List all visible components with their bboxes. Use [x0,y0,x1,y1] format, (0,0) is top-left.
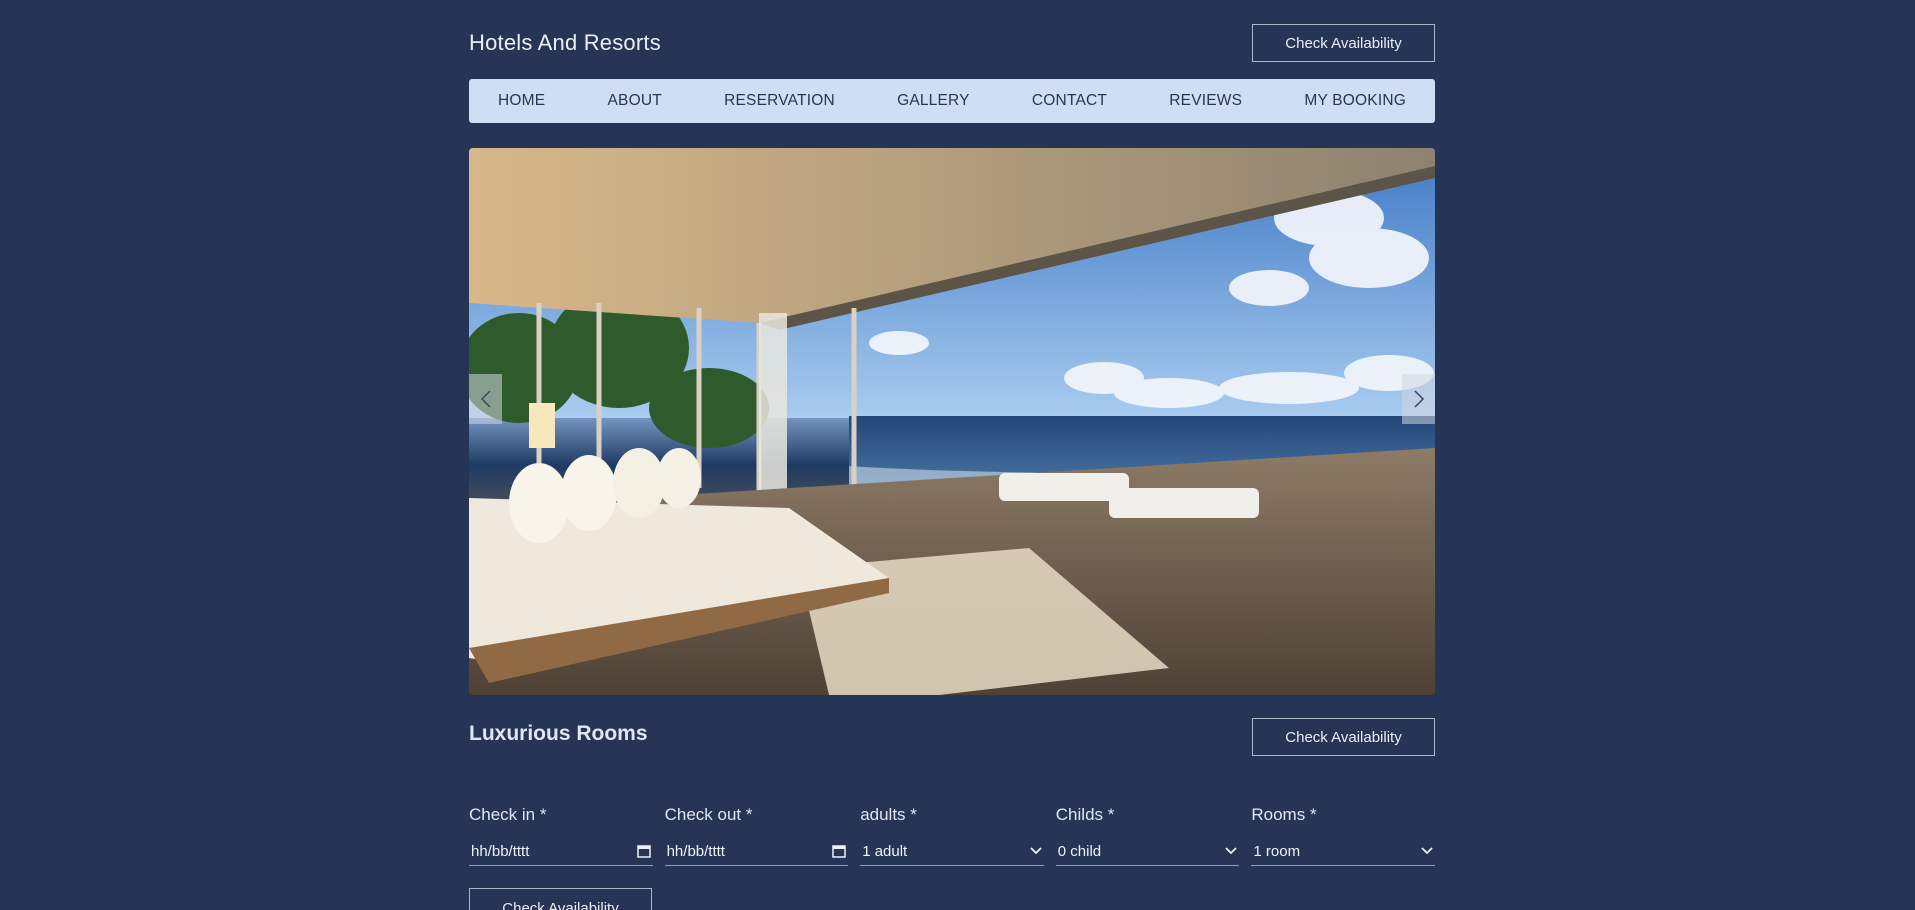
slider-next-button[interactable] [1402,374,1435,424]
site-title: Hotels And Resorts [469,30,661,55]
childs-select[interactable]: 0 child [1055,837,1240,866]
nav-item-home[interactable]: HOME [498,92,545,110]
hero-slider [469,148,1435,695]
check-out-value: hh/bb/tttt [666,842,725,860]
check-in-field: Check in * hh/bb/tttt [469,805,653,866]
calendar-icon[interactable] [832,844,846,858]
section-check-availability-button[interactable]: Check Availability [1252,718,1435,756]
nav-item-gallery[interactable]: GALLERY [897,92,970,110]
site-header: Hotels And Resorts Check Availability [469,0,1435,80]
calendar-icon[interactable] [636,844,651,858]
main-nav: HOME ABOUT RESERVATION GALLERY CONTACT R… [469,79,1435,123]
page-container: Hotels And Resorts Check Availability HO… [469,0,1435,910]
form-check-availability-button[interactable]: Check Availability [469,888,652,910]
chevron-down-icon [1225,847,1238,855]
adults-field: adults * 1 adult [860,805,1044,866]
chevron-left-icon [480,390,491,408]
childs-value: 0 child [1057,842,1102,860]
chevron-right-icon [1413,390,1424,408]
nav-item-contact[interactable]: CONTACT [1032,92,1107,110]
adults-label: adults * [860,805,917,824]
nav-item-about[interactable]: ABOUT [608,92,662,110]
check-in-value: hh/bb/tttt [471,842,530,860]
check-out-input[interactable]: hh/bb/tttt [664,837,849,866]
nav-item-reviews[interactable]: REVIEWS [1169,92,1242,110]
rooms-field: Rooms * 1 room [1251,805,1435,866]
chevron-down-icon [1421,847,1433,855]
adults-value: 1 adult [862,842,908,860]
check-out-label: Check out * [664,805,753,824]
section-title: Luxurious Rooms [469,722,648,745]
adults-select[interactable]: 1 adult [860,837,1044,866]
rooms-value: 1 room [1253,842,1301,860]
rooms-select[interactable]: 1 room [1251,837,1435,866]
childs-field: Childs * 0 child [1055,805,1240,866]
nav-item-reservation[interactable]: RESERVATION [724,92,835,110]
header-check-availability-button[interactable]: Check Availability [1252,24,1435,62]
check-out-field: Check out * hh/bb/tttt [664,805,849,866]
rooms-label: Rooms * [1251,805,1317,824]
slider-prev-button[interactable] [469,374,502,424]
nav-item-my-booking[interactable]: MY BOOKING [1304,92,1406,110]
childs-label: Childs * [1055,805,1115,824]
hero-image [469,148,1435,695]
check-in-input[interactable]: hh/bb/tttt [469,837,653,866]
chevron-down-icon [1030,847,1042,855]
booking-form: Check in * hh/bb/tttt Check out * hh/bb/… [469,805,1435,866]
check-in-label: Check in * [469,805,547,824]
